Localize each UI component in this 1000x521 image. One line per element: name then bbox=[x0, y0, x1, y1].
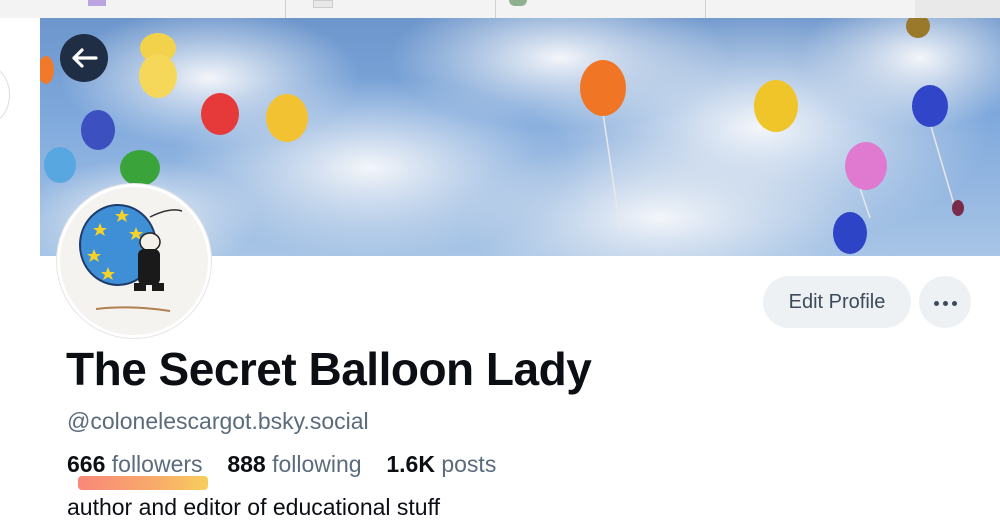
following-count: 888 bbox=[227, 451, 266, 477]
browser-menu-button[interactable] bbox=[915, 0, 1000, 18]
browser-tab[interactable] bbox=[0, 0, 286, 18]
arrow-left-icon bbox=[72, 48, 98, 68]
display-name: The Secret Balloon Lady bbox=[66, 343, 592, 395]
followers-label: followers bbox=[111, 451, 203, 477]
edit-profile-button[interactable]: Edit Profile bbox=[763, 276, 911, 328]
following-link[interactable]: 888 following bbox=[227, 451, 368, 477]
back-button[interactable] bbox=[60, 34, 108, 82]
avatar-image bbox=[60, 187, 208, 335]
left-gutter bbox=[0, 18, 41, 520]
browser-tab-strip bbox=[0, 0, 1000, 19]
browser-tab[interactable] bbox=[495, 0, 706, 18]
posts-label: posts bbox=[441, 451, 497, 477]
posts-stat: 1.6K posts bbox=[386, 451, 496, 477]
avatar[interactable] bbox=[57, 184, 211, 338]
followers-link[interactable]: 666 followers bbox=[67, 451, 209, 477]
side-nav-button[interactable] bbox=[0, 66, 10, 124]
browser-tab[interactable] bbox=[705, 0, 916, 18]
tab-favicon-icon bbox=[313, 0, 333, 8]
profile-stats: 666 followers 888 following 1.6K posts bbox=[67, 451, 496, 478]
user-handle: @colonelescargot.bsky.social bbox=[67, 408, 369, 434]
ellipsis-icon bbox=[932, 293, 959, 311]
followers-highlight-mark bbox=[78, 476, 208, 490]
profile-bio: author and editor of educational stuff bbox=[67, 494, 440, 520]
followers-count: 666 bbox=[67, 451, 106, 477]
tab-favicon-icon bbox=[509, 0, 527, 6]
tab-favicon-icon bbox=[88, 0, 106, 6]
more-options-button[interactable] bbox=[919, 276, 971, 328]
following-label: following bbox=[272, 451, 362, 477]
posts-count: 1.6K bbox=[386, 451, 435, 477]
browser-tab[interactable] bbox=[285, 0, 496, 18]
